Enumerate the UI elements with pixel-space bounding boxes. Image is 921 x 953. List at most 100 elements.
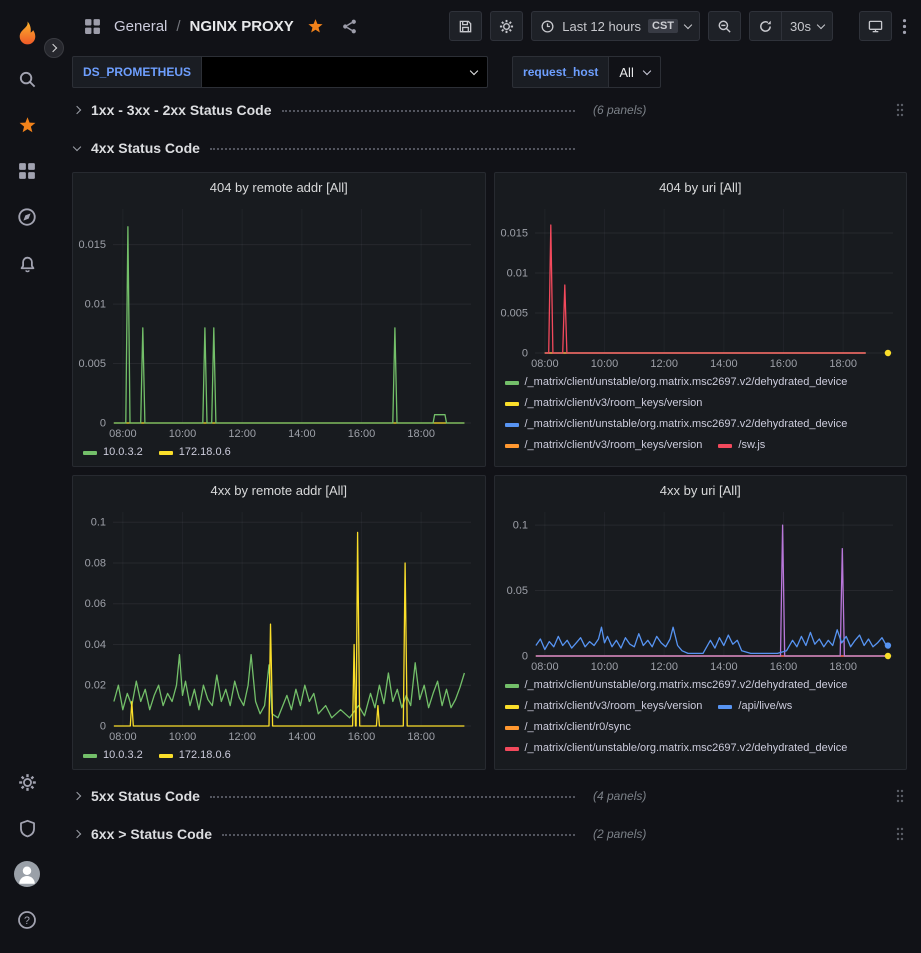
dashboard-row-1xx-3xx-2xx[interactable]: 1xx - 3xx - 2xx Status Code (6 panels) [72,96,907,124]
svg-text:14:00: 14:00 [710,358,738,370]
refresh-interval-dropdown[interactable]: 30s [782,11,833,41]
timeseries-chart[interactable]: 08:0010:0012:0014:0016:0018:0000.0050.01… [73,201,485,441]
dashboards-icon[interactable] [0,148,54,194]
legend-item[interactable]: 10.0.3.2 [83,442,143,463]
legend-item[interactable]: /_matrix/client/unstable/org.matrix.msc2… [505,414,848,435]
timeseries-chart[interactable]: 08:0010:0012:0014:0016:0018:0000.0050.01… [495,201,907,371]
dashboard-canvas: 1xx - 3xx - 2xx Status Code (6 panels) 4… [54,92,921,953]
panel-title[interactable]: 404 by remote addr [All] [73,173,485,201]
svg-text:0.1: 0.1 [512,520,527,532]
svg-text:?: ? [24,915,30,927]
svg-text:16:00: 16:00 [769,358,797,370]
star-dashboard-button[interactable] [303,14,328,39]
svg-text:08:00: 08:00 [109,428,137,440]
legend-item[interactable]: /api/live/ws [718,696,792,717]
series-label: 10.0.3.2 [103,745,143,766]
starred-dashboards-icon[interactable] [0,102,54,148]
svg-text:0.005: 0.005 [500,308,528,320]
svg-text:0.06: 0.06 [85,598,106,610]
panel-legend: /_matrix/client/unstable/org.matrix.msc2… [495,674,907,769]
legend-item[interactable]: /_matrix/client/v3/room_keys/version [505,696,703,717]
request-host-select[interactable]: All [609,56,660,88]
legend-item[interactable]: 172.18.0.6 [159,442,231,463]
row-panel-count: (4 panels) [593,789,646,803]
apps-grid-icon [80,14,105,39]
user-avatar[interactable] [0,851,54,897]
svg-text:12:00: 12:00 [650,661,678,673]
legend-item[interactable]: 172.18.0.6 [159,745,231,766]
svg-text:12:00: 12:00 [650,358,678,370]
dashboard-title: NGINX PROXY [190,18,294,35]
configuration-gear-icon[interactable] [0,759,54,805]
variable-label-request-host[interactable]: request_host [512,56,609,88]
dashboard-settings-button[interactable] [490,11,523,41]
search-icon[interactable] [0,56,54,102]
panel-title[interactable]: 4xx by remote addr [All] [73,476,485,504]
panel-title[interactable]: 404 by uri [All] [495,173,907,201]
explore-compass-icon[interactable] [0,194,54,240]
series-label: /api/live/ws [738,696,792,717]
dashboard-row-5xx[interactable]: 5xx Status Code (4 panels) [72,782,907,810]
series-color-swatch [83,754,97,758]
server-admin-shield-icon[interactable] [0,805,54,851]
kebab-menu-icon[interactable] [900,14,909,39]
series-label: /_matrix/client/unstable/org.matrix.msc2… [525,675,848,696]
svg-text:0: 0 [100,721,106,733]
legend-item[interactable]: /_matrix/client/unstable/org.matrix.msc2… [505,675,848,696]
legend-item[interactable]: /_matrix/client/unstable/org.matrix.msc2… [505,372,848,393]
legend-item[interactable]: /_matrix/client/v3/room_keys/version [505,435,703,456]
dashboard-row-6xx[interactable]: 6xx > Status Code (2 panels) [72,820,907,848]
series-label: /sw.js [738,435,765,456]
svg-text:18:00: 18:00 [407,731,435,743]
sidebar-expand-button[interactable] [44,38,64,58]
svg-text:14:00: 14:00 [288,731,316,743]
legend-item[interactable]: /sw.js [718,435,765,456]
datasource-select[interactable] [202,56,488,88]
clock-icon [540,19,555,34]
legend-item[interactable]: /_matrix/client/v3/room_keys/version [505,393,703,414]
panel-4xx-by-uri: 4xx by uri [All] 08:0010:0012:0014:0016:… [494,475,908,770]
monitor-icon [868,19,883,34]
series-color-swatch [83,451,97,455]
zoom-out-icon [717,19,732,34]
breadcrumb-section[interactable]: General [114,18,167,35]
panel-4xx-by-remote-addr: 4xx by remote addr [All] 08:0010:0012:00… [72,475,486,770]
timeseries-chart[interactable]: 08:0010:0012:0014:0016:0018:0000.050.1 [495,504,907,674]
svg-text:0.015: 0.015 [500,228,528,240]
svg-text:12:00: 12:00 [228,428,256,440]
row-dotted-line [210,140,575,150]
row-drag-handle[interactable] [893,786,907,806]
share-dashboard-button[interactable] [337,14,362,39]
svg-text:18:00: 18:00 [829,358,857,370]
legend-item[interactable]: /_matrix/client/r0/sync [505,717,631,738]
series-color-swatch [505,705,519,709]
panel-404-by-uri: 404 by uri [All] 08:0010:0012:0014:0016:… [494,172,908,467]
alerting-bell-icon[interactable] [0,240,54,286]
svg-text:18:00: 18:00 [829,661,857,673]
tv-mode-button[interactable] [859,11,892,41]
legend-item[interactable]: /_matrix/client/unstable/org.matrix.msc2… [505,738,848,759]
zoom-out-button[interactable] [708,11,741,41]
row-drag-handle[interactable] [893,100,907,120]
panel-title[interactable]: 4xx by uri [All] [495,476,907,504]
save-dashboard-button[interactable] [449,11,482,41]
variable-label-datasource[interactable]: DS_PROMETHEUS [72,56,202,88]
chevron-down-icon [817,20,825,28]
refresh-button[interactable] [749,11,782,41]
svg-text:16:00: 16:00 [348,428,376,440]
time-range-picker[interactable]: Last 12 hours CST [531,11,700,41]
dashboard-row-4xx[interactable]: 4xx Status Code [72,134,907,162]
row-drag-handle[interactable] [893,824,907,844]
row-title: 6xx > Status Code [91,826,212,842]
svg-text:14:00: 14:00 [288,428,316,440]
series-label: /_matrix/client/unstable/org.matrix.msc2… [525,414,848,435]
help-icon[interactable]: ? [0,897,54,943]
variable-request-host: request_host All [512,56,661,88]
chevron-right-icon [73,830,81,838]
chevron-right-icon [73,106,81,114]
header-actions: Last 12 hours CST 30s [449,11,909,41]
legend-item[interactable]: 10.0.3.2 [83,745,143,766]
timeseries-chart[interactable]: 08:0010:0012:0014:0016:0018:0000.020.040… [73,504,485,744]
panel-legend: 10.0.3.2 172.18.0.6 [73,441,485,466]
svg-text:10:00: 10:00 [169,428,197,440]
